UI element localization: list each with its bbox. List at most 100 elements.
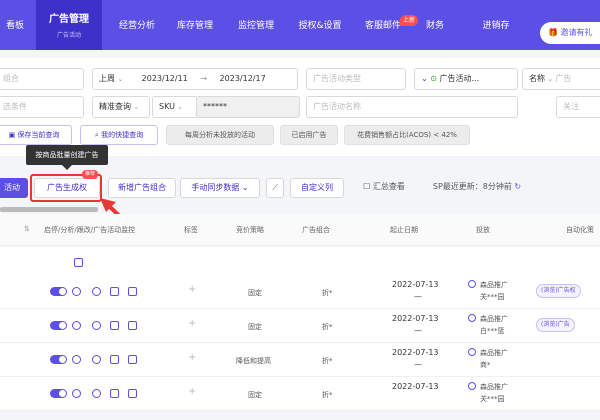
custom-columns-button[interactable]: 自定义列 [290,178,344,198]
exact-query-select[interactable]: 精准查询 ⌄ [92,96,150,118]
chip-label: 花费销售额占比(ACOS) < 42% [357,131,457,139]
strategy-tag[interactable]: (浏览)广告权 [536,284,581,298]
add-tag-icon[interactable]: + [188,352,196,363]
edit-icon[interactable] [110,321,119,330]
custom-columns-label: 自定义列 [301,183,333,192]
quick-chip-acos[interactable]: 花费销售额占比(ACOS) < 42% [344,125,470,145]
chart-button[interactable]: ⟋ [266,178,284,198]
monitor-icon[interactable] [128,321,137,330]
horizontal-scrollbar[interactable] [0,207,98,212]
table-row [0,309,600,343]
sku-select[interactable]: SKU ⌄ [152,96,198,118]
edit-icon[interactable] [110,287,119,296]
nav-item-monitor[interactable]: 监控管理 [226,0,286,50]
sort-icon[interactable]: ⇅ [24,225,30,233]
analyze-icon[interactable] [72,355,81,364]
start-date: 2022-07-13 [392,280,439,289]
add-tag-icon[interactable]: + [188,284,196,295]
date-to[interactable]: 2023/12/17 [220,74,266,83]
name-select[interactable]: 名称 [529,74,545,83]
col-tag: 标签 [184,226,198,234]
nav-item-purchase[interactable]: 进销存 [470,0,522,50]
edit-icon[interactable] [110,355,119,364]
gear-icon[interactable] [92,287,101,296]
gear-icon[interactable] [92,355,101,364]
save-query-button[interactable]: ▣ 保存当前查询 [0,125,72,145]
new-group-button[interactable]: 新增广告组合 [108,178,176,198]
campaign-button[interactable]: 活动 [0,178,28,198]
group-cell[interactable]: 折* [322,356,333,366]
edit-icon[interactable] [110,389,119,398]
add-tag-icon[interactable]: + [188,318,196,329]
invite-button[interactable]: 🎁 邀请有礼 [540,22,600,44]
monitor-icon[interactable] [128,389,137,398]
nav-label: 库存管理 [176,21,213,31]
analyze-icon[interactable] [72,389,81,398]
monitor-icon[interactable] [128,287,137,296]
relate-placeholder: 关注 [563,102,579,111]
group-cell[interactable]: 折* [322,288,333,298]
nav-item-auth-settings[interactable]: 授权&设置 [288,0,352,50]
nav-label: 广告管理 [49,14,89,25]
sp-update-status: SP最近更新：8分钟前 ↻ [424,178,530,198]
sp-update-label: SP最近更新：8分钟前 [432,182,512,191]
campaign-label: 活动 [4,183,20,192]
add-tag-icon[interactable]: + [188,386,196,397]
period-select[interactable]: 上周 [99,74,115,83]
group-cell[interactable]: 折* [322,322,333,332]
col-group: 广告组合 [302,226,330,234]
status-toggle[interactable] [50,321,67,330]
quick-chip-weekly[interactable]: 每周分析未投放的活动 [166,125,274,145]
status-toggle[interactable] [50,389,67,398]
nav-item-finance[interactable]: 财务 [414,0,456,50]
shop-sub: 关***园 [480,395,505,403]
sync-label: 手动同步数据 [191,183,240,192]
status-value: 广告活动... [439,74,480,83]
condition-select[interactable]: 选条件 [0,96,84,118]
bid-cell: 降低和提高 [236,357,271,365]
quick-chip-enabled[interactable]: 已启用广告 [280,125,338,145]
check-circle-icon: ⊙ [430,74,440,83]
nav-label: 进销存 [482,21,510,31]
nav-item-analysis[interactable]: 经营分析 [108,0,166,50]
strategy-tag[interactable]: (浏览)广告 [536,318,575,332]
status-toggle[interactable] [50,287,67,296]
gift-icon: 🎁 [548,28,561,37]
sync-button[interactable]: 手动同步数据 ⌄ [180,178,260,198]
nav-item-dashboard[interactable]: 看板 [0,0,30,50]
campaign-name-input[interactable]: 广告活动名称 [306,96,518,118]
my-queries-button[interactable]: ⌕ 我的快捷查询 [80,125,158,145]
shop-icon [468,348,476,356]
line-chart-icon[interactable] [74,258,83,267]
monitor-icon[interactable] [128,355,137,364]
gear-icon[interactable] [92,389,101,398]
campaign-name-placeholder: 广告活动名称 [313,102,361,111]
table-row [0,377,600,411]
shop-sub: 商* [480,361,491,369]
portfolio-select[interactable]: 组合 [0,68,84,90]
analyze-icon[interactable] [72,321,81,330]
nav-item-ad-management[interactable]: 广告管理 广告活动 [36,0,102,50]
chip-label: 每周分析未投放的活动 [185,131,255,139]
date-range-picker[interactable]: 上周 ⌄ 2023/12/11 → 2023/12/17 [92,68,298,90]
condition-placeholder: 选条件 [3,102,27,111]
analyze-icon[interactable] [72,287,81,296]
shop-sub: 白***篮 [480,327,505,335]
date-from[interactable]: 2023/12/11 [142,74,188,83]
sku-input[interactable]: ****** [196,96,300,118]
campaign-type-select[interactable]: 广告活动类型 [306,68,406,90]
summary-toggle[interactable]: ☐ 汇总查看 [358,178,410,198]
start-date: 2022-07-13 [392,348,439,357]
status-toggle[interactable] [50,355,67,364]
status-select[interactable]: ⌄ ⊙ 广告活动... [414,68,518,90]
bid-cell: 固定 [248,323,262,331]
my-queries-label: 我的快捷查询 [101,131,144,139]
name-filter[interactable]: 名称 ⌄ 广告 [522,68,600,90]
nav-item-inventory[interactable]: 库存管理 [166,0,224,50]
hot-badge: 推荐 [82,170,98,179]
relate-select[interactable]: 关注 [556,96,600,118]
refresh-icon[interactable]: ↻ [512,182,521,191]
gear-icon[interactable] [92,321,101,330]
chip-label: 已启用广告 [291,131,327,139]
group-cell[interactable]: 折* [322,390,333,400]
